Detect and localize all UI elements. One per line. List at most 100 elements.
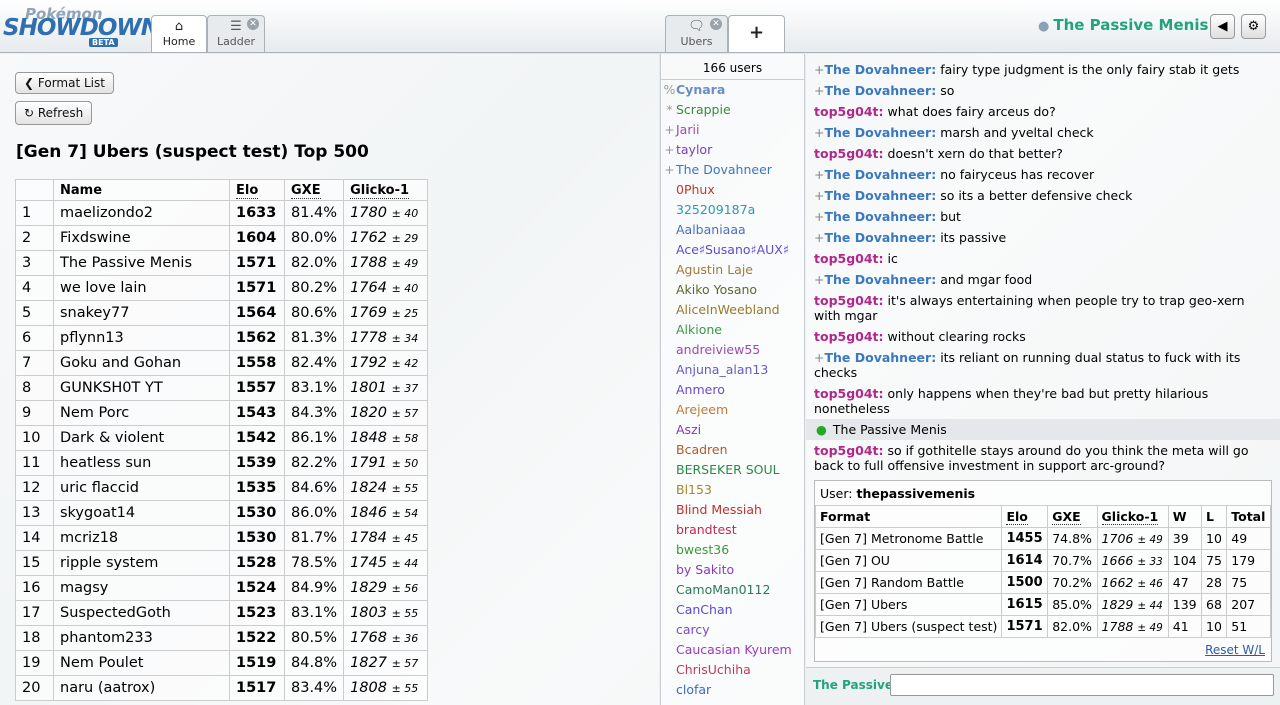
- player-name-cell[interactable]: heatless sun: [53, 450, 230, 476]
- user-list-item[interactable]: Aszi: [661, 420, 804, 440]
- close-icon[interactable]: ✕: [247, 18, 259, 30]
- chat-username[interactable]: +The Dovahneer:: [814, 350, 936, 365]
- player-name-cell[interactable]: ripple system: [53, 550, 230, 576]
- user-list-item[interactable]: CamoMan0112: [661, 580, 804, 600]
- glicko-deviation: ± 54: [391, 507, 419, 520]
- user-list-item[interactable]: Bcadren: [661, 440, 804, 460]
- user-count[interactable]: 166 users: [661, 54, 804, 80]
- user-list-item[interactable]: clofar: [661, 680, 804, 700]
- player-name-cell[interactable]: pflynn13: [53, 325, 230, 351]
- user-list-item[interactable]: Ace♯Susano♯AUX♯: [661, 240, 804, 260]
- elo-cell: 1500: [1001, 571, 1049, 594]
- user-list-item[interactable]: +The Dovahneer: [661, 160, 804, 180]
- chat-username[interactable]: top5g04t:: [814, 329, 884, 344]
- chat-username[interactable]: +The Dovahneer:: [814, 209, 936, 224]
- chat-username[interactable]: +The Dovahneer:: [814, 125, 936, 140]
- user-list-item[interactable]: 325209187a: [661, 200, 804, 220]
- player-name-cell[interactable]: uric flaccid: [53, 475, 230, 501]
- user-list-item[interactable]: Anjuna_alan13: [661, 360, 804, 380]
- user-list-item[interactable]: CanChan: [661, 600, 804, 620]
- table-header: Name Elo GXE Glicko-1: [15, 179, 429, 201]
- user-list-item[interactable]: bwest36: [661, 540, 804, 560]
- tab-home[interactable]: ⌂ Home: [151, 15, 207, 52]
- chat-username[interactable]: +The Dovahneer:: [814, 167, 936, 182]
- user-list-item[interactable]: carcy: [661, 620, 804, 640]
- chat-username[interactable]: top5g04t:: [814, 251, 884, 266]
- chat-username[interactable]: top5g04t:: [814, 293, 884, 308]
- user-list-item[interactable]: Bl153: [661, 480, 804, 500]
- user-list-item[interactable]: BERSEKER SOUL: [661, 460, 804, 480]
- player-name-cell[interactable]: Nem Poulet: [53, 650, 230, 676]
- col-gxe[interactable]: GXE: [283, 179, 345, 201]
- player-name-cell[interactable]: mcriz18: [53, 525, 230, 551]
- player-name-cell[interactable]: Nem Porc: [53, 400, 230, 426]
- player-name-cell[interactable]: we love lain: [53, 275, 230, 301]
- reset-wl-link[interactable]: Reset W/L: [815, 638, 1271, 661]
- user-details-name[interactable]: thepassivemenis: [856, 486, 975, 501]
- user-list-item[interactable]: andreiview55: [661, 340, 804, 360]
- player-name-cell[interactable]: magsy: [53, 575, 230, 601]
- user-list-name: CamoMan0112: [676, 582, 771, 597]
- chat-username[interactable]: top5g04t:: [814, 104, 884, 119]
- user-list-item[interactable]: Blind Messiah: [661, 500, 804, 520]
- close-icon[interactable]: ✕: [710, 18, 722, 30]
- tab-ubers[interactable]: 🗨 Ubers ✕: [665, 15, 728, 52]
- user-list-item[interactable]: AliceInWeebland: [661, 300, 804, 320]
- player-name-cell[interactable]: naru (aatrox): [53, 675, 230, 701]
- user-list-item[interactable]: Aalbaniaaa: [661, 220, 804, 240]
- user-list-item[interactable]: Agustin Laje: [661, 260, 804, 280]
- user-list-item[interactable]: %Cynara: [661, 80, 804, 100]
- user-list-item[interactable]: ChrisUchiha: [661, 660, 804, 680]
- glicko-deviation: ± 44: [1137, 600, 1163, 612]
- chat-username[interactable]: +The Dovahneer:: [814, 62, 936, 77]
- chat-username[interactable]: +The Dovahneer:: [814, 230, 936, 245]
- player-name-cell[interactable]: snakey77: [53, 300, 230, 326]
- user-list-name: AliceInWeebland: [676, 302, 780, 317]
- total-cell: 49: [1226, 527, 1271, 550]
- player-name-cell[interactable]: Dark & violent: [53, 425, 230, 451]
- tab-ladder[interactable]: ☰ Ladder ✕: [207, 15, 265, 52]
- col-rank: [15, 179, 54, 201]
- refresh-button[interactable]: ↻ Refresh: [15, 101, 93, 125]
- user-list-item[interactable]: +taylor: [661, 140, 804, 160]
- settings-button[interactable]: ⚙: [1241, 14, 1266, 39]
- player-name-cell[interactable]: GUNKSH0T YT: [53, 375, 230, 401]
- user-list-name: brandtest: [676, 522, 737, 537]
- player-name-cell[interactable]: Goku and Gohan: [53, 350, 230, 376]
- user-list-item[interactable]: +Jarii: [661, 120, 804, 140]
- chat-username[interactable]: +The Dovahneer:: [814, 83, 936, 98]
- user-list-item[interactable]: brandtest: [661, 520, 804, 540]
- user-list-item[interactable]: Caucasian Kyurem: [661, 640, 804, 660]
- player-name-cell[interactable]: Fixdswine: [53, 225, 230, 251]
- chat-username[interactable]: top5g04t:: [814, 386, 884, 401]
- user-list-item[interactable]: Akiko Yosano: [661, 280, 804, 300]
- user-list-name: Blind Messiah: [676, 502, 762, 517]
- player-name-cell[interactable]: SuspectedGoth: [53, 600, 230, 626]
- col-glicko[interactable]: Glicko-1: [343, 179, 429, 201]
- glicko-cell: 1788 ± 49: [1096, 615, 1169, 638]
- chat-username[interactable]: top5g04t:: [814, 146, 884, 161]
- user-list-item[interactable]: 0Phux: [661, 180, 804, 200]
- format-list-button[interactable]: ❮ Format List: [15, 72, 114, 94]
- showdown-logo[interactable]: Pokémon SHOWDOWN! BETA: [3, 5, 169, 47]
- chat-username[interactable]: +The Dovahneer:: [814, 188, 936, 203]
- user-list-item[interactable]: Arejeem: [661, 400, 804, 420]
- volume-button[interactable]: ◀: [1210, 14, 1235, 39]
- player-name-cell[interactable]: maelizondo2: [53, 200, 230, 226]
- chat-input[interactable]: [890, 674, 1274, 696]
- player-name-cell[interactable]: phantom233: [53, 625, 230, 651]
- wins-cell: 41: [1167, 615, 1203, 638]
- username-button[interactable]: ● The Passive Menis: [1038, 16, 1208, 34]
- player-name-cell[interactable]: skygoat14: [53, 500, 230, 526]
- new-tab-button[interactable]: +: [728, 15, 785, 52]
- chat-username[interactable]: +The Dovahneer:: [814, 272, 936, 287]
- user-list-item[interactable]: Alkione: [661, 320, 804, 340]
- user-list-item[interactable]: by Sakito: [661, 560, 804, 580]
- user-list-item[interactable]: * Scrappie: [661, 100, 804, 120]
- user-list-name: BERSEKER SOUL: [676, 462, 780, 477]
- user-list-item[interactable]: Anmero: [661, 380, 804, 400]
- chat-username[interactable]: top5g04t:: [814, 443, 884, 458]
- col-elo[interactable]: Elo: [229, 179, 285, 201]
- player-name-cell[interactable]: The Passive Menis: [53, 250, 230, 276]
- chat-input-username: The Passive: [813, 678, 893, 692]
